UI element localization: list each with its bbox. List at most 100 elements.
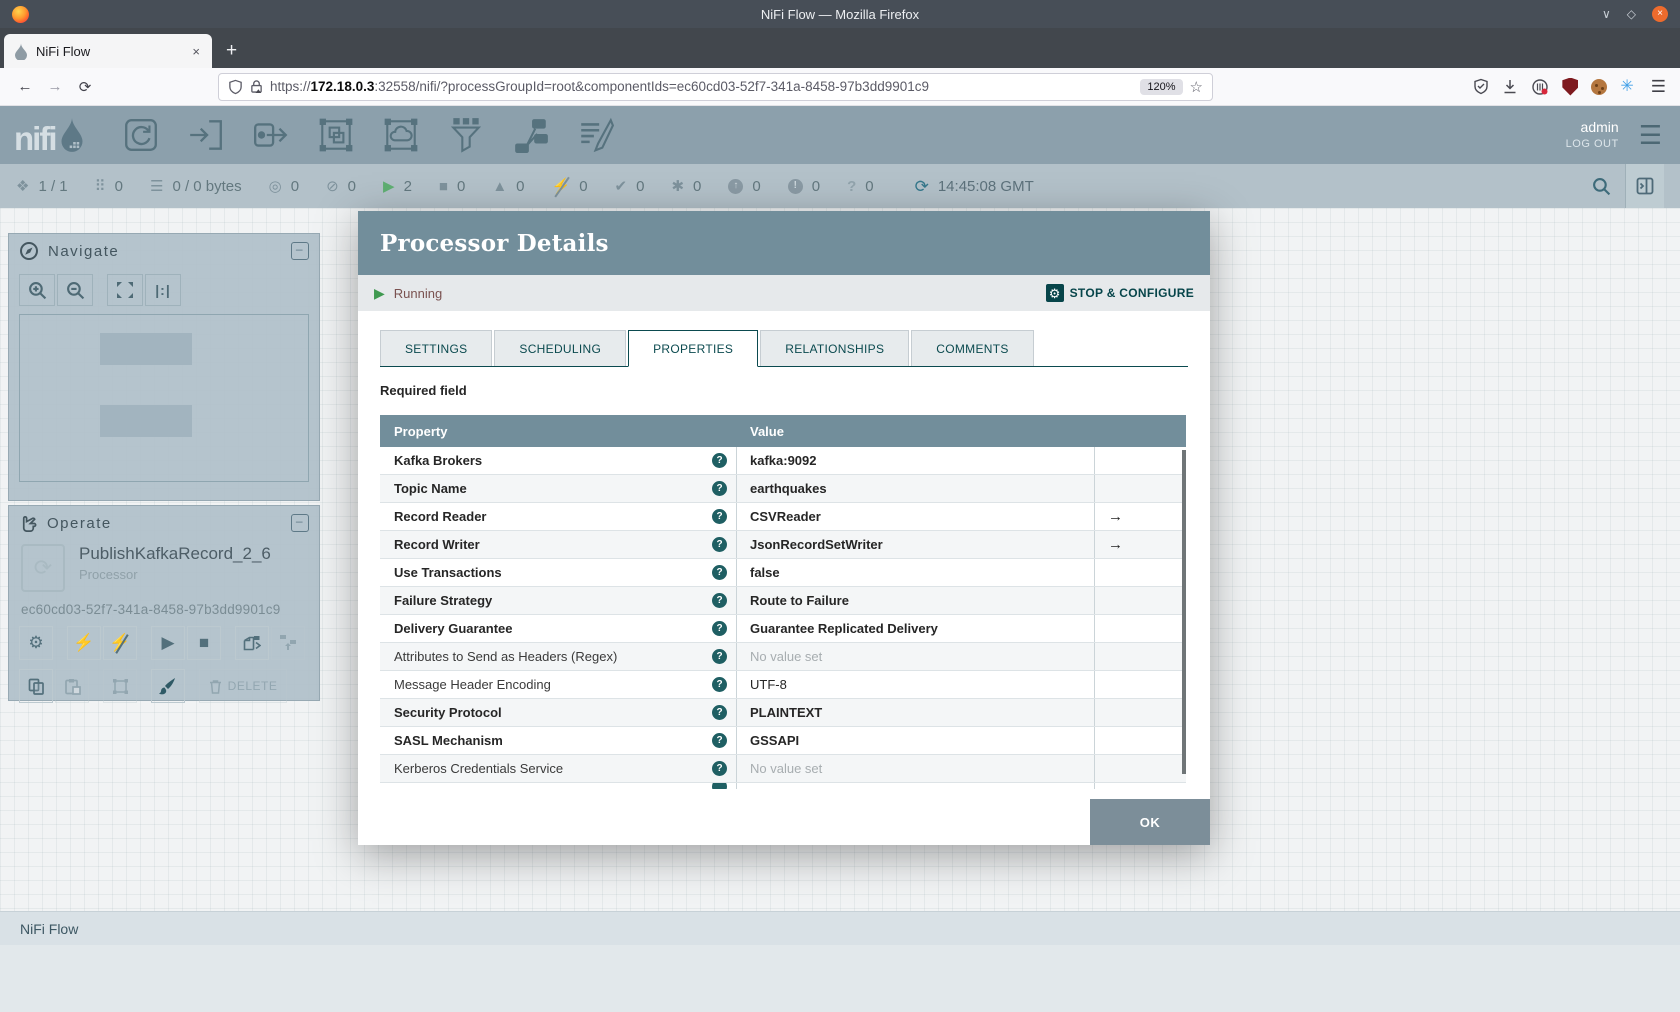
zoom-fit-button[interactable] — [107, 274, 143, 306]
property-value[interactable]: No value set — [737, 643, 1095, 670]
property-row[interactable]: Delivery Guarantee? Guarantee Replicated … — [380, 615, 1186, 643]
label-icon[interactable] — [577, 116, 615, 154]
tab-relationships[interactable]: RELATIONSHIPS — [760, 330, 910, 366]
navigate-collapse-button[interactable]: – — [291, 242, 309, 260]
cookie-extension-icon[interactable] — [1591, 78, 1608, 95]
property-value[interactable]: Guarantee Replicated Delivery — [737, 615, 1095, 642]
output-port-icon[interactable] — [252, 116, 290, 154]
property-value[interactable]: earthquakes — [737, 475, 1095, 502]
window-close-button[interactable]: × — [1652, 6, 1668, 22]
help-icon[interactable]: ? — [712, 621, 727, 636]
tab-settings[interactable]: SETTINGS — [380, 330, 493, 366]
property-value[interactable]: GSSAPI — [737, 727, 1095, 754]
disable-button[interactable]: ⚡ — [103, 626, 137, 660]
property-value[interactable]: UTF-8 — [737, 671, 1095, 698]
multi-account-container-icon[interactable] — [1531, 78, 1549, 96]
delete-button[interactable]: DELETE — [199, 669, 287, 703]
tab-scheduling[interactable]: SCHEDULING — [494, 330, 627, 366]
browser-tab[interactable]: NiFi Flow × — [4, 34, 212, 68]
help-icon[interactable]: ? — [712, 481, 727, 496]
paste-button[interactable] — [55, 669, 89, 703]
lock-warning-icon[interactable] — [250, 79, 263, 94]
browser-menu-button[interactable]: ☰ — [1651, 77, 1666, 97]
zoom-out-button[interactable] — [57, 274, 93, 306]
property-row[interactable]: Record Reader? CSVReader → — [380, 503, 1186, 531]
pinwheel-extension-icon[interactable]: ✳ — [1620, 78, 1633, 95]
property-row[interactable]: Record Writer? JsonRecordSetWriter → — [380, 531, 1186, 559]
stop-button[interactable]: ■ — [187, 626, 221, 660]
property-row[interactable]: Kerberos Credentials Service? No value se… — [380, 755, 1186, 783]
help-icon[interactable]: ? — [712, 593, 727, 608]
help-icon[interactable]: ? — [712, 649, 727, 664]
goto-service-arrow[interactable]: → — [1108, 536, 1123, 553]
copy-button[interactable] — [19, 669, 53, 703]
bookmark-star-icon[interactable]: ☆ — [1190, 78, 1203, 96]
property-row[interactable]: Kafka Brokers? kafka:9092 — [380, 447, 1186, 475]
refresh-icon[interactable]: ⟳ — [915, 178, 929, 195]
property-value[interactable]: CSVReader — [737, 503, 1095, 530]
property-value[interactable]: Route to Failure — [737, 587, 1095, 614]
enable-button[interactable]: ⚡ — [67, 626, 101, 660]
download-icon[interactable] — [1502, 79, 1518, 95]
breadcrumb-root[interactable]: NiFi Flow — [20, 921, 78, 937]
page-zoom-badge[interactable]: 120% — [1140, 78, 1183, 95]
property-value[interactable]: false — [737, 559, 1095, 586]
property-value[interactable]: PLAINTEXT — [737, 699, 1095, 726]
help-icon[interactable]: ? — [712, 677, 727, 692]
help-icon[interactable]: ? — [712, 705, 727, 720]
create-template-button[interactable] — [235, 626, 269, 660]
property-row[interactable]: Use Transactions? false — [380, 559, 1186, 587]
funnel-icon[interactable] — [447, 116, 485, 154]
shield-permissions-icon[interactable] — [228, 79, 243, 95]
birdseye-toggle-button[interactable] — [1625, 164, 1664, 208]
window-restore-icon[interactable]: ◇ — [1627, 7, 1636, 21]
logout-link[interactable]: LOG OUT — [1566, 137, 1619, 152]
help-icon[interactable]: ? — [712, 453, 727, 468]
table-scrollbar[interactable] — [1182, 450, 1186, 774]
property-row[interactable]: Attributes to Send as Headers (Regex)? No… — [380, 643, 1186, 671]
help-icon[interactable]: ? — [712, 509, 727, 524]
property-value[interactable]: No value set — [737, 755, 1095, 782]
property-row[interactable]: SASL Mechanism? GSSAPI — [380, 727, 1186, 755]
back-button[interactable]: ← — [10, 78, 40, 95]
property-row[interactable]: Failure Strategy? Route to Failure — [380, 587, 1186, 615]
reload-button[interactable]: ⟳ — [70, 78, 100, 96]
zoom-in-button[interactable] — [19, 274, 55, 306]
property-value[interactable]: JsonRecordSetWriter — [737, 531, 1095, 558]
help-icon[interactable]: ? — [712, 761, 727, 776]
url-text[interactable]: https://172.18.0.3:32558/nifi/?processGr… — [270, 79, 1133, 94]
template-icon[interactable] — [512, 116, 550, 154]
global-menu-button[interactable]: ☰ — [1639, 122, 1662, 148]
input-port-icon[interactable] — [187, 116, 225, 154]
color-button[interactable] — [151, 669, 185, 703]
property-value[interactable]: kafka:9092 — [737, 447, 1095, 474]
tab-comments[interactable]: COMMENTS — [911, 330, 1034, 366]
help-icon[interactable]: ? — [712, 733, 727, 748]
url-bar[interactable]: https://172.18.0.3:32558/nifi/?processGr… — [218, 72, 1213, 101]
change-version-button[interactable] — [271, 626, 305, 660]
tab-properties[interactable]: PROPERTIES — [628, 330, 759, 367]
operate-collapse-button[interactable]: – — [291, 514, 309, 532]
help-icon[interactable]: ? — [712, 565, 727, 580]
birdseye-minimap[interactable] — [19, 314, 309, 482]
ublock-origin-icon[interactable] — [1562, 77, 1579, 96]
zoom-actual-button[interactable]: |:| — [145, 274, 181, 306]
forward-button[interactable]: → — [40, 78, 70, 95]
start-button[interactable]: ▶ — [151, 626, 185, 660]
remote-process-group-icon[interactable] — [382, 116, 420, 154]
property-row[interactable]: Topic Name? earthquakes — [380, 475, 1186, 503]
processor-component-icon[interactable] — [122, 116, 160, 154]
goto-service-arrow[interactable]: → — [1108, 508, 1123, 525]
help-icon[interactable]: ? — [712, 537, 727, 552]
process-group-icon[interactable] — [317, 116, 355, 154]
pocket-shield-icon[interactable] — [1473, 78, 1489, 95]
window-minimize-icon[interactable]: ∨ — [1602, 7, 1611, 21]
new-tab-button[interactable]: + — [226, 41, 237, 60]
configure-button[interactable]: ⚙ — [19, 626, 53, 660]
tab-close-icon[interactable]: × — [190, 44, 202, 59]
canvas-search-button[interactable] — [1578, 177, 1625, 196]
group-button[interactable] — [103, 669, 137, 703]
property-row[interactable]: Security Protocol? PLAINTEXT — [380, 699, 1186, 727]
property-row[interactable]: Message Header Encoding? UTF-8 — [380, 671, 1186, 699]
stop-and-configure-button[interactable]: ⚙ STOP & CONFIGURE — [1045, 284, 1194, 302]
